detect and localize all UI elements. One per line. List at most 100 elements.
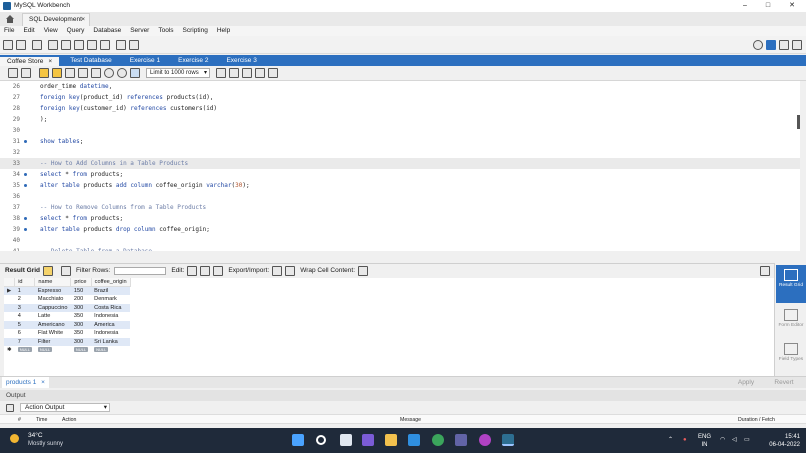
close-icon[interactable]: × — [41, 379, 45, 386]
limit-rows-select[interactable]: Limit to 1000 rows ▾ — [146, 68, 210, 78]
weather-sun-icon[interactable] — [10, 434, 19, 443]
close-icon[interactable]: × — [48, 58, 52, 65]
table-cell-price[interactable]: 200 — [70, 295, 92, 304]
filter-rows-input[interactable] — [114, 266, 167, 275]
tab-exercise-1[interactable]: Exercise 1 — [123, 55, 167, 66]
table-row[interactable]: ▶ 1 Espresso 150 Brazil — [4, 286, 131, 295]
preferences-gear-icon[interactable] — [753, 39, 763, 50]
task-view-icon[interactable] — [340, 434, 352, 446]
toggle-secondary-sidebar-icon[interactable] — [792, 39, 802, 50]
revert-button[interactable]: Revert — [768, 378, 800, 387]
menu-view[interactable]: View — [44, 26, 58, 36]
menu-help[interactable]: Help — [217, 26, 230, 36]
insert-row-icon[interactable] — [200, 265, 211, 276]
code-line[interactable]: 38 select * from products; — [0, 213, 800, 224]
windows-start-icon[interactable] — [292, 434, 304, 446]
table-cell-name[interactable]: Macchiato — [34, 295, 71, 304]
mysql-workbench-taskbar-icon[interactable] — [502, 434, 514, 446]
home-icon[interactable] — [5, 14, 15, 24]
sql-editor[interactable]: 26 order_time datetime, 27 foreign key(prod… — [0, 81, 800, 251]
null-cell[interactable]: NULL — [14, 346, 35, 355]
table-cell-price[interactable]: 300 — [70, 320, 92, 329]
code-line[interactable]: 36 — [0, 191, 800, 202]
row-selector[interactable] — [4, 320, 15, 329]
weather-temperature[interactable]: 34°C — [28, 432, 43, 439]
connection-tab-sql-development[interactable]: SQL Development × — [22, 13, 90, 26]
find-replace-icon[interactable] — [242, 68, 252, 78]
table-cell-coffee-origin[interactable]: Indonesia — [91, 329, 131, 338]
table-cell-id[interactable]: 5 — [14, 320, 35, 329]
column-header-name[interactable]: name — [34, 278, 72, 287]
clock[interactable]: 15:41 06-04-2022 — [760, 433, 800, 449]
stop-icon[interactable] — [78, 68, 88, 78]
code-line[interactable]: 26 order_time datetime, — [0, 81, 800, 92]
column-header-price[interactable]: price — [70, 278, 92, 287]
code-line[interactable]: 31 show tables; — [0, 136, 800, 147]
table-cell-coffee-origin[interactable]: Denmark — [91, 295, 131, 304]
tab-coffee-store[interactable]: Coffee Store × — [0, 55, 60, 66]
code-line[interactable]: 35 alter table products add column coffee… — [0, 180, 800, 191]
commit-icon[interactable] — [104, 68, 114, 78]
null-cell[interactable]: NULL — [91, 346, 131, 355]
toggle-error-continue-icon[interactable] — [91, 68, 101, 78]
table-cell-price[interactable]: 350 — [70, 329, 92, 338]
language-indicator[interactable]: ENG IN — [698, 433, 711, 449]
add-to-snippets-icon[interactable] — [216, 68, 226, 78]
close-icon[interactable]: × — [81, 14, 85, 26]
wrap-lines-icon[interactable] — [268, 68, 278, 78]
table-cell-id[interactable]: 4 — [14, 312, 35, 321]
save-script-icon[interactable] — [21, 68, 31, 78]
table-cell-price[interactable]: 150 — [70, 286, 92, 295]
edit-row-icon[interactable] — [187, 265, 198, 276]
table-cell-id[interactable]: 7 — [14, 337, 35, 346]
table-cell-coffee-origin[interactable]: Brazil — [91, 286, 131, 295]
result-grid[interactable]: id name price coffee_origin ▶ 1 Espresso 15… — [4, 278, 774, 376]
code-line[interactable]: 28 foreign key(customer_id) references cu… — [0, 103, 800, 114]
rollback-icon[interactable] — [117, 68, 127, 78]
code-line[interactable]: 34 select * from products; — [0, 169, 800, 180]
toggle-output-icon[interactable] — [779, 39, 789, 50]
open-sql-script-icon[interactable] — [16, 39, 26, 50]
tab-test-database[interactable]: Test Database — [63, 55, 119, 66]
code-line[interactable]: 32 — [0, 147, 800, 158]
table-cell-name[interactable]: Americano — [34, 320, 71, 329]
minimize-button[interactable]: – — [735, 1, 755, 11]
table-cell-id[interactable]: 3 — [14, 303, 35, 312]
menu-tools[interactable]: Tools — [158, 26, 173, 36]
table-row[interactable]: 3 Cappuccino 300 Costa Rica — [4, 303, 131, 312]
code-line[interactable]: 41 -- Delete Table from a Database — [0, 246, 800, 251]
null-cell[interactable]: NULL — [70, 346, 92, 355]
editor-scrollbar[interactable] — [797, 115, 800, 129]
table-cell-price[interactable]: 350 — [70, 312, 92, 321]
table-cell-coffee-origin[interactable]: America — [91, 320, 131, 329]
menu-query[interactable]: Query — [67, 26, 85, 36]
table-cell-price[interactable]: 300 — [70, 337, 92, 346]
grid-icon[interactable] — [43, 265, 54, 276]
export-icon[interactable] — [272, 265, 283, 276]
field-types-button[interactable]: Field Types — [776, 339, 806, 377]
apply-button[interactable]: Apply — [730, 378, 762, 387]
table-row[interactable]: 7 Filter 300 Sri Lanka — [4, 337, 131, 346]
copy-output-icon[interactable] — [6, 403, 14, 412]
chevron-up-icon[interactable]: ⌃ — [668, 436, 673, 444]
table-cell-id[interactable]: 2 — [14, 295, 35, 304]
search-table-data-icon[interactable] — [116, 39, 126, 50]
code-line[interactable]: 40 — [0, 235, 800, 246]
code-line[interactable]: 39 alter table products drop column coffe… — [0, 224, 800, 235]
table-cell-coffee-origin[interactable]: Sri Lanka — [91, 337, 131, 346]
column-header-coffee-origin[interactable]: coffee_origin — [91, 278, 131, 287]
toggle-autocommit-icon[interactable] — [130, 68, 140, 78]
chrome-icon[interactable] — [432, 434, 444, 446]
row-selector[interactable] — [4, 295, 15, 304]
mail-icon[interactable] — [408, 434, 420, 446]
table-cell-coffee-origin[interactable]: Costa Rica — [91, 303, 131, 312]
table-row[interactable]: 5 Americano 300 America — [4, 320, 131, 329]
maximize-button[interactable]: □ — [758, 1, 778, 11]
table-cell-name[interactable]: Flat White — [34, 329, 71, 338]
output-type-select[interactable]: Action Output ▾ — [20, 403, 110, 412]
null-cell[interactable]: NULL — [34, 346, 71, 355]
execute-current-statement-icon[interactable] — [52, 68, 62, 78]
table-cell-price[interactable]: 300 — [70, 303, 92, 312]
invisible-chars-icon[interactable] — [255, 68, 265, 78]
reconnect-icon[interactable] — [129, 39, 139, 50]
